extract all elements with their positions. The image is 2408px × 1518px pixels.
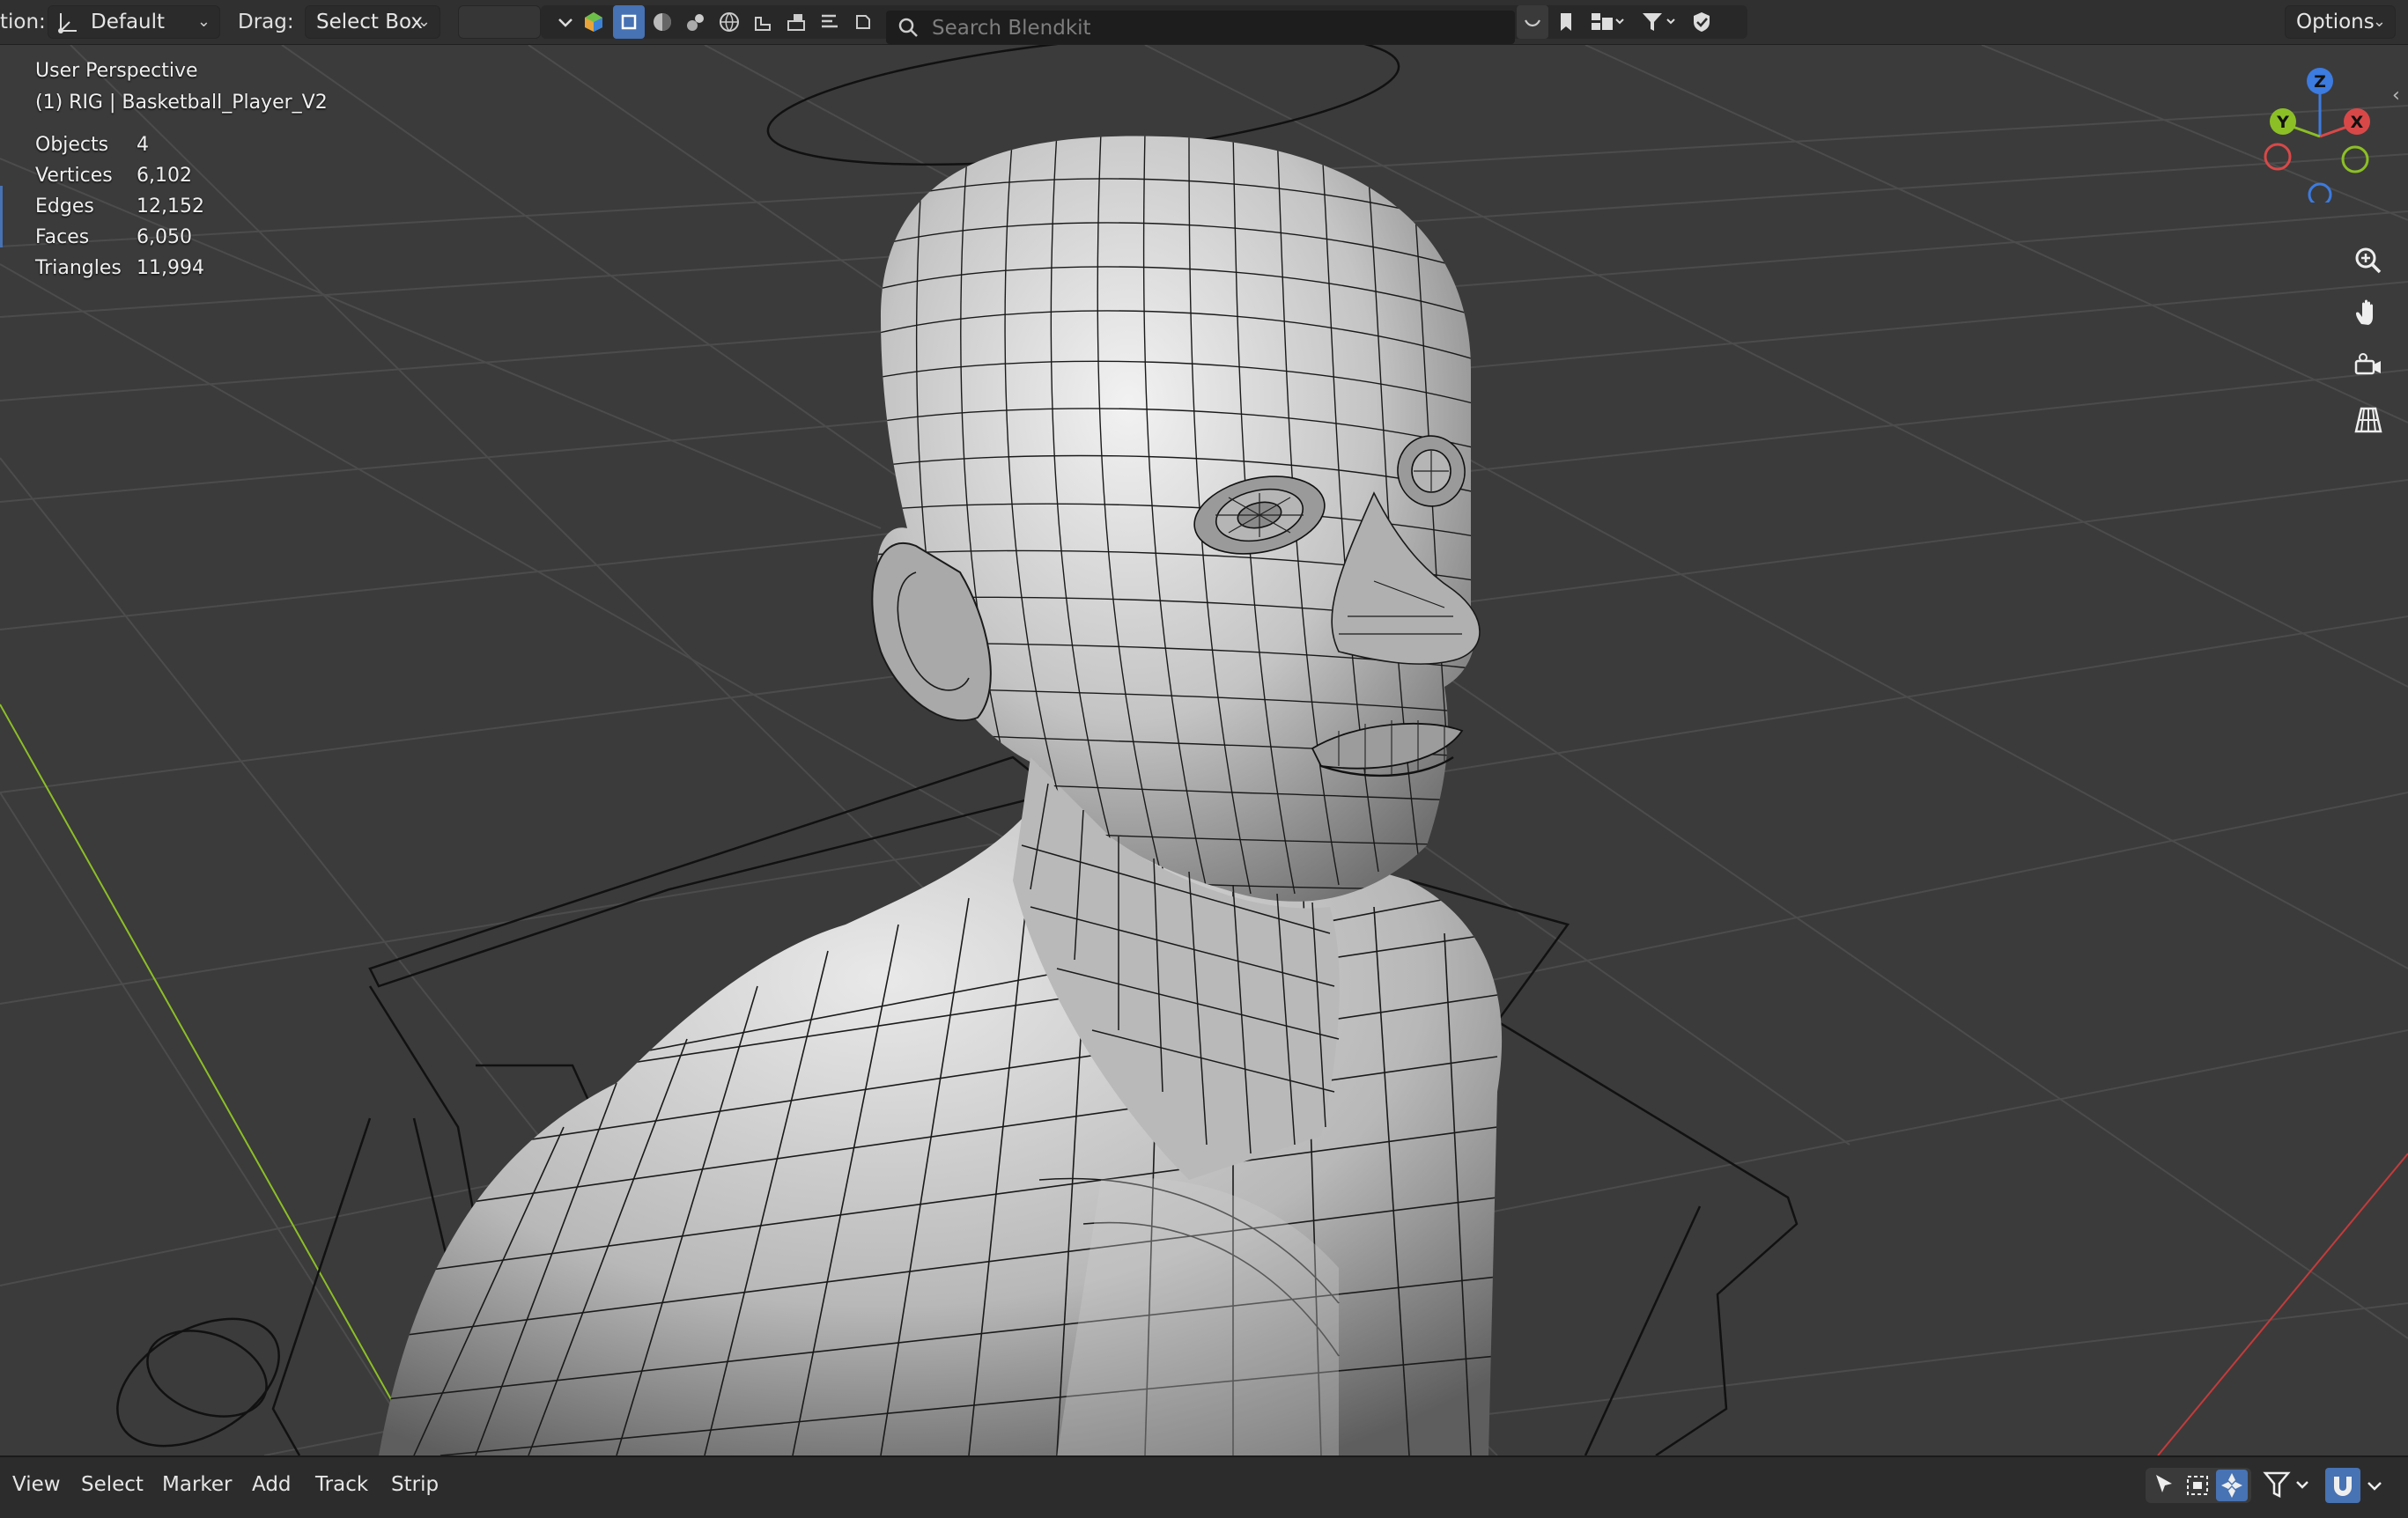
snapping-dropdown[interactable] [2325, 1468, 2387, 1503]
gizmo-neg-x-axis[interactable] [2264, 143, 2292, 171]
gizmo-y-label: Y [2276, 113, 2289, 132]
gizmo-z-label: Z [2314, 72, 2326, 92]
drag-label: Drag: [238, 11, 294, 33]
x-axis-line [2157, 1153, 2408, 1455]
world-asset-icon[interactable] [713, 5, 745, 39]
3d-viewport[interactable]: User Perspective (1) RIG | Basketball_Pl… [0, 45, 2408, 1455]
orientation-dropdown[interactable]: Default ⌄ [48, 5, 220, 39]
stat-row-edges: Edges 12,152 [35, 195, 204, 217]
transform-orientation-icon [55, 6, 80, 48]
drag-value: Select Box [316, 11, 424, 33]
model-asset-icon[interactable] [613, 5, 645, 39]
region-edge-indicator [0, 186, 3, 247]
y-axis-line [0, 704, 397, 1410]
asset-layout-icon[interactable] [1582, 5, 1633, 39]
navigation-gizmo[interactable]: Z X Y [2255, 62, 2378, 203]
shield-icon[interactable] [1686, 5, 1717, 39]
menu-add[interactable]: Add [252, 1457, 292, 1512]
stat-row-faces: Faces 6,050 [35, 226, 192, 248]
camera-view-icon[interactable] [2346, 344, 2390, 388]
search-icon [898, 18, 918, 37]
magnet-icon[interactable] [2325, 1468, 2360, 1503]
options-label: Options [2296, 11, 2375, 33]
material-asset-icon[interactable] [646, 5, 678, 39]
gizmo-x-label: X [2351, 113, 2364, 132]
view-name: User Perspective [35, 60, 198, 82]
scene-statistics: Objects 4 Vertices 6,102 Edges 12,152 Faces… [35, 129, 204, 284]
box-select-icon[interactable] [2183, 1470, 2214, 1501]
gizmo-neg-z-axis[interactable] [2308, 182, 2332, 203]
viewport-scene [0, 45, 2408, 1455]
stat-row-vertices: Vertices 6,102 [35, 165, 192, 187]
sidebar-toggle-icon[interactable]: ‹ [2392, 85, 2408, 111]
tool-mode-group [2146, 1468, 2251, 1503]
perspective-grid-icon[interactable] [2346, 397, 2390, 441]
menu-select[interactable]: Select [81, 1457, 144, 1512]
blenderkit-logo-icon[interactable] [578, 5, 609, 39]
collapse-chevron-icon[interactable] [550, 5, 581, 39]
chevron-down-icon: ⌄ [196, 12, 211, 31]
search-input[interactable] [930, 11, 1497, 46]
search-options-icon[interactable] [1517, 5, 1548, 39]
pan-hand-icon[interactable] [2346, 291, 2390, 335]
chevron-down-icon [2367, 1482, 2382, 1491]
stat-row-objects: Objects 4 [35, 134, 149, 156]
cursor-tool-icon[interactable] [2149, 1470, 2181, 1501]
sequencer-header: View Select Marker Add Track Strip [0, 1455, 2408, 1518]
printable-asset-icon[interactable] [814, 5, 846, 39]
funnel-icon [2263, 1471, 2308, 1499]
hdr-asset-icon[interactable] [780, 5, 812, 39]
chevron-down-icon: ⌄ [2372, 12, 2386, 31]
menu-track[interactable]: Track [315, 1457, 368, 1512]
scene-asset-icon[interactable] [747, 5, 779, 39]
drag-dropdown[interactable]: Select Box ⌄ [305, 5, 440, 39]
search-field[interactable] [886, 11, 1515, 46]
brush-asset-icon[interactable] [680, 5, 712, 39]
chevron-down-icon: ⌄ [417, 12, 431, 31]
tweak-tool-icon[interactable] [2216, 1470, 2248, 1501]
orientation-value: Default [91, 11, 166, 33]
header-toolbar: tion: Default ⌄ Drag: Select Box ⌄ Searc… [0, 0, 2408, 46]
stat-row-triangles: Triangles 11,994 [35, 257, 204, 279]
orientation-label: tion: [0, 11, 46, 33]
bookmark-icon[interactable] [1550, 5, 1582, 39]
gizmo-neg-y-axis[interactable] [2341, 145, 2369, 173]
blenderkit-toolbar [541, 5, 1747, 46]
menu-strip[interactable]: Strip [391, 1457, 439, 1512]
addon-asset-icon[interactable] [847, 5, 879, 39]
zoom-icon[interactable] [2346, 239, 2390, 283]
empty-dropdown[interactable] [458, 5, 541, 39]
menu-marker[interactable]: Marker [162, 1457, 233, 1512]
menu-view[interactable]: View [12, 1457, 61, 1512]
filter-dropdown[interactable] [2262, 1468, 2315, 1503]
options-dropdown[interactable]: Options ⌄ [2285, 5, 2396, 39]
active-object-name: (1) RIG | Basketball_Player_V2 [35, 92, 328, 114]
filter-icon[interactable] [1633, 5, 1684, 39]
